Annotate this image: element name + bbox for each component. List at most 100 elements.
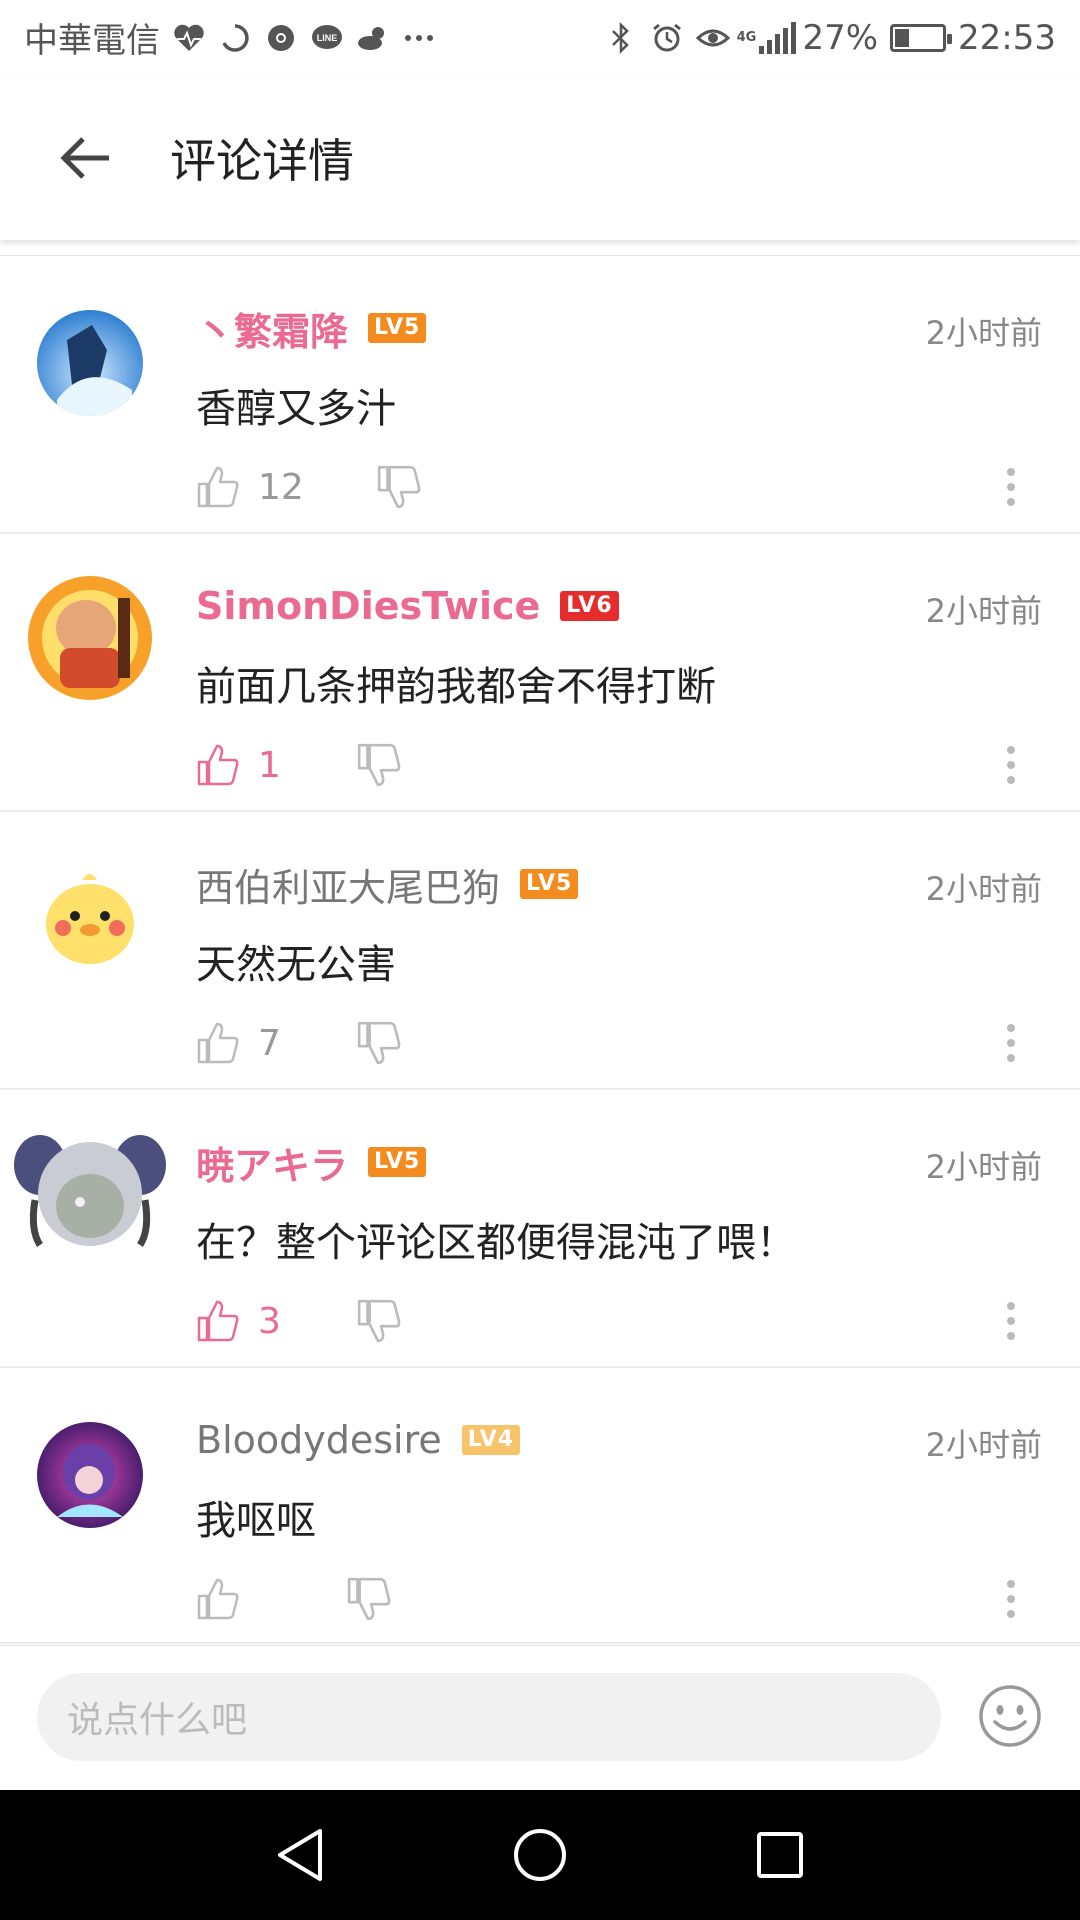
nav-home-button[interactable]: [495, 1810, 585, 1900]
comment-time: 2小时前: [925, 870, 1042, 908]
battery-percent: 27%: [802, 17, 879, 58]
dislike-button[interactable]: [346, 1576, 392, 1622]
thumbs-down-icon: [347, 1577, 391, 1621]
battery-icon: [890, 23, 953, 52]
level-badge: LV5: [368, 313, 427, 343]
more-options-button[interactable]: [996, 1290, 1026, 1352]
emoji-button[interactable]: [978, 1684, 1042, 1748]
like-button[interactable]: 1: [196, 743, 376, 787]
comment-content: 天然无公害: [196, 942, 396, 988]
dislike-button[interactable]: [356, 1298, 402, 1344]
comment-input-bar: 说点什么吧: [0, 1645, 1080, 1790]
recents-square-icon: [757, 1832, 803, 1878]
thumbs-up-icon: [197, 744, 239, 786]
more-vertical-icon: [1007, 1302, 1015, 1340]
username[interactable]: Bloodydesire: [196, 1418, 442, 1462]
comment-list[interactable]: 丶繁霜降 LV5 2小时前 香醇又多汁 12 SimonDiesTwice LV…: [0, 255, 1080, 1644]
thumbs-up-icon: [197, 1578, 239, 1620]
dislike-button[interactable]: [356, 742, 402, 788]
more-vertical-icon: [1007, 1024, 1015, 1062]
comment-item: 暁アキラ LV5 2小时前 在？整个评论区都便得混沌了喂！ 3: [0, 1090, 1080, 1368]
more-vertical-icon: [1007, 468, 1015, 506]
page-title: 评论详情: [170, 133, 354, 188]
like-count: 1: [258, 744, 281, 786]
name-row: Bloodydesire LV4: [196, 1412, 521, 1468]
comment-time: 2小时前: [925, 1426, 1042, 1464]
home-circle-icon: [514, 1829, 566, 1881]
comment-item: 丶繁霜降 LV5 2小时前 香醇又多汁 12: [0, 256, 1080, 534]
more-vertical-icon: [1007, 746, 1015, 784]
comment-content: 前面几条押韵我都舍不得打断: [196, 664, 716, 710]
username[interactable]: SimonDiesTwice: [196, 584, 540, 628]
app-header: 评论详情: [0, 75, 1080, 240]
name-row: 暁アキラ LV5: [196, 1134, 427, 1190]
dislike-button[interactable]: [356, 1020, 402, 1066]
like-button[interactable]: 3: [196, 1299, 376, 1343]
thumbs-up-icon: [197, 1022, 239, 1064]
more-options-button[interactable]: [996, 1012, 1026, 1074]
comment-time: 2小时前: [925, 314, 1042, 352]
network-type: 4G: [736, 30, 757, 45]
thumbs-down-icon: [357, 1299, 401, 1343]
back-triangle-icon: [278, 1829, 322, 1881]
comment-item: SimonDiesTwice LV6 2小时前 前面几条押韵我都舍不得打断 1: [0, 534, 1080, 812]
more-options-button[interactable]: [996, 1568, 1026, 1630]
status-bar: 中華電信 LINE 4G 27% 22:53: [0, 0, 1080, 75]
svg-text:LINE: LINE: [317, 33, 338, 43]
comment-content: 香醇又多汁: [196, 386, 396, 432]
bluetooth-icon: [604, 21, 638, 55]
thumbs-up-icon: [197, 466, 239, 508]
back-button[interactable]: [0, 75, 170, 240]
nav-recents-button[interactable]: [735, 1810, 825, 1900]
comment-content: 在？整个评论区都便得混沌了喂！: [196, 1220, 796, 1266]
like-button[interactable]: [196, 1577, 346, 1621]
dislike-button[interactable]: [376, 464, 422, 510]
comment-item: Bloodydesire LV4 2小时前 我呕呕: [0, 1368, 1080, 1644]
line-icon: LINE: [310, 21, 344, 55]
signal-icon: 4G: [737, 21, 797, 55]
more-vertical-icon: [1007, 1580, 1015, 1618]
comment-content: 我呕呕: [196, 1498, 316, 1544]
avatar[interactable]: [37, 1422, 143, 1528]
thumbs-up-icon: [197, 1300, 239, 1342]
comment-time: 2小时前: [925, 592, 1042, 630]
like-count: 3: [258, 1300, 281, 1342]
name-row: 西伯利亚大尾巴狗 LV5: [196, 856, 579, 912]
comment-input[interactable]: 说点什么吧: [37, 1673, 941, 1761]
avatar[interactable]: [37, 866, 143, 972]
nav-back-button[interactable]: [255, 1810, 345, 1900]
level-badge: LV4: [461, 1425, 521, 1455]
more-options-button[interactable]: [996, 456, 1026, 518]
chrome-icon: [264, 21, 298, 55]
arrow-left-icon: [60, 136, 109, 179]
more-options-button[interactable]: [996, 734, 1026, 796]
level-badge: LV5: [520, 869, 579, 899]
heart-rate-icon: [172, 21, 206, 55]
username[interactable]: 西伯利亚大尾巴狗: [196, 857, 500, 912]
avatar[interactable]: [20, 568, 160, 708]
comment-actions: 1: [196, 734, 1026, 796]
more-dots-icon: [402, 21, 436, 55]
avatar[interactable]: [10, 1120, 170, 1260]
loading-icon: [218, 21, 252, 55]
status-right: 4G 27% 22:53: [604, 18, 1056, 58]
username[interactable]: 丶繁霜降: [196, 301, 348, 356]
comment-actions: 12: [196, 456, 1026, 518]
avatar[interactable]: [37, 310, 143, 416]
level-badge: LV5: [368, 1147, 427, 1177]
clock-time: 22:53: [958, 17, 1056, 58]
alarm-icon: [650, 21, 684, 55]
like-button[interactable]: 7: [196, 1021, 376, 1065]
comment-actions: 3: [196, 1290, 1026, 1352]
weather-icon: [356, 21, 390, 55]
smiley-icon: [979, 1685, 1041, 1747]
name-row: 丶繁霜降 LV5: [196, 300, 427, 356]
thumbs-down-icon: [357, 743, 401, 787]
carrier-name: 中華電信: [24, 21, 160, 61]
comment-time: 2小时前: [925, 1148, 1042, 1186]
username[interactable]: 暁アキラ: [196, 1135, 348, 1190]
like-button[interactable]: 12: [196, 465, 376, 509]
like-count: 7: [258, 1022, 281, 1064]
like-count: 12: [258, 466, 304, 508]
thumbs-down-icon: [377, 465, 421, 509]
